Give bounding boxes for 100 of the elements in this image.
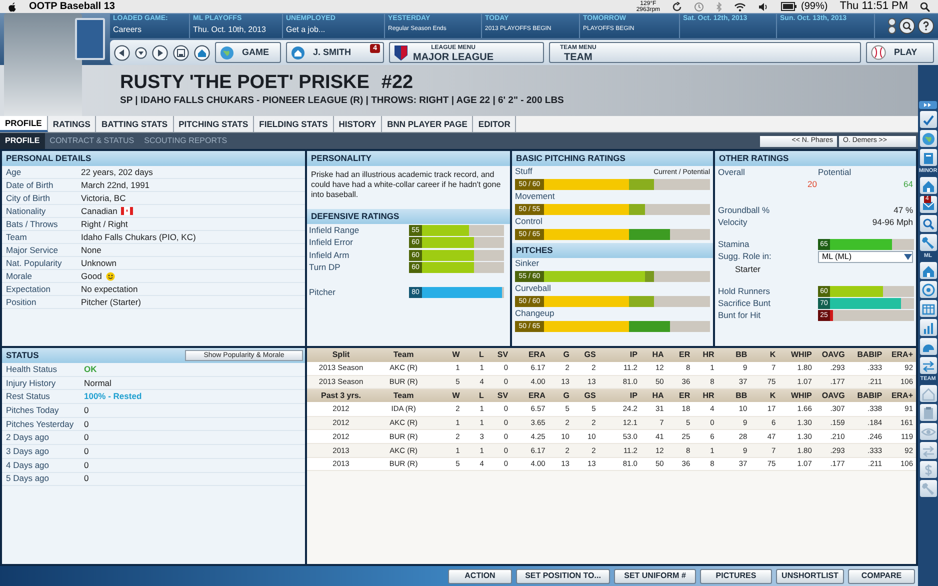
sidebar-button[interactable]	[920, 461, 936, 478]
search-icon[interactable]	[899, 18, 915, 34]
sidebar-button[interactable]	[920, 281, 936, 298]
sidebar-button[interactable]	[920, 442, 936, 459]
rating-label: Sugg. Role in:	[718, 250, 772, 263]
tab[interactable]: FIELDING STATS	[254, 116, 334, 132]
league-logo-icon	[394, 44, 408, 60]
column-header: OAVG	[814, 348, 848, 362]
sidebar-button[interactable]	[920, 385, 936, 402]
status-label: 5 Days ago	[6, 472, 50, 486]
sidebar-button[interactable]	[920, 215, 936, 232]
info-value: Thu. Oct. 10th, 2013	[193, 24, 267, 35]
tab[interactable]: RATINGS	[48, 116, 96, 132]
column-header: L	[462, 388, 487, 402]
sidebar-button[interactable]	[920, 177, 936, 194]
column-header: G	[548, 348, 572, 362]
detail-value: No expectation	[81, 282, 138, 296]
help-icon[interactable]	[918, 18, 934, 34]
dropdown-arrow-icon	[904, 254, 912, 260]
rating-label: Groundball %	[718, 204, 770, 216]
rating-label: Pitcher	[309, 286, 336, 299]
volume-icon[interactable]	[758, 2, 770, 12]
sidebar-button[interactable]	[920, 357, 936, 374]
column-header: Team	[375, 388, 432, 402]
subtab[interactable]: SCOUTING REPORTS	[139, 133, 232, 149]
action-button[interactable]: SET POSITION TO...	[516, 568, 610, 584]
column-header: ER	[666, 348, 694, 362]
detail-value: Canadian	[81, 204, 118, 218]
apple-logo-icon[interactable]	[8, 2, 17, 12]
tab[interactable]: HISTORY	[334, 116, 382, 132]
column-header: SV	[486, 388, 512, 402]
status-label: 2 Days ago	[6, 431, 50, 444]
column-header: ERA+	[885, 388, 916, 402]
status-label: Rest Status	[6, 390, 51, 404]
rating-label: Hold Runners	[718, 284, 771, 298]
sidebar-button[interactable]	[920, 149, 936, 166]
detail-value: Good	[81, 270, 102, 282]
sidebar-button[interactable]	[920, 319, 936, 336]
search-icon[interactable]	[920, 2, 930, 12]
column-header: WHIP	[778, 348, 815, 362]
detail-label: Nationality	[6, 204, 47, 218]
down-button[interactable]	[135, 46, 147, 58]
rating-label: Velocity	[718, 216, 748, 228]
action-button[interactable]: PICTURES	[700, 568, 772, 584]
play-button[interactable]: PLAY	[866, 42, 934, 63]
action-button[interactable]: UNSHORTLIST	[776, 568, 844, 584]
detail-label: Position	[6, 296, 38, 308]
tab[interactable]: PITCHING STATS	[174, 116, 254, 132]
sidebar-button[interactable]	[920, 300, 936, 317]
game-button[interactable]: GAME	[215, 42, 281, 63]
save-button[interactable]	[173, 44, 189, 60]
battery-percentage: (99%)	[801, 0, 828, 14]
column-header: K	[750, 388, 779, 402]
tab[interactable]: EDITOR	[473, 116, 516, 132]
home-icon	[920, 386, 936, 402]
column-header: L	[462, 348, 487, 362]
personality-text: Priske had an illustrious academic track record, and could have had a white-collar career if he hadn't gone into baseball.	[310, 169, 502, 201]
sidebar-button[interactable]	[920, 423, 936, 440]
rating-label: Infield Error	[309, 236, 354, 250]
column-header: ERA	[511, 388, 548, 402]
app-name[interactable]: OOTP Baseball 13	[29, 0, 115, 14]
rating-value-text: 47 %	[894, 204, 913, 216]
tab[interactable]: BATTING STATS	[96, 116, 174, 132]
home-button[interactable]	[194, 44, 210, 60]
player-summary: SP | IDAHO FALLS CHUKARS - PIONEER LEAGUE (R) | THROWS: RIGHT | AGE 22 | 6' 2" - 200 LBS	[120, 94, 565, 108]
sidebar-button[interactable]	[920, 111, 936, 128]
rating-label: Sinker	[515, 257, 540, 270]
battery-icon[interactable]	[781, 2, 798, 11]
rating-label: Movement	[515, 190, 555, 203]
tab[interactable]: BNN PLAYER PAGE	[382, 116, 474, 132]
wifi-icon[interactable]	[734, 2, 746, 12]
rating-label: Potential	[818, 166, 852, 178]
column-header: Past 3 yrs.	[307, 388, 376, 402]
tab[interactable]: PROFILE	[0, 116, 48, 132]
column-header: BABIP	[848, 388, 886, 402]
expand-arrows-icon[interactable]	[919, 101, 937, 109]
action-button[interactable]: COMPARE	[848, 568, 915, 584]
back-button[interactable]	[114, 44, 130, 60]
rating-label: Infield Arm	[309, 248, 350, 262]
column-header: GS	[572, 348, 599, 362]
clock-icon[interactable]	[694, 2, 704, 12]
detail-label: Major Service	[6, 244, 59, 256]
subtab[interactable]: CONTRACT & STATUS	[44, 133, 140, 149]
subtab[interactable]: PROFILE	[0, 133, 45, 149]
action-button[interactable]: ACTION	[448, 568, 512, 584]
action-button[interactable]: SET UNIFORM #	[614, 568, 696, 584]
sidebar-button[interactable]	[920, 404, 936, 421]
role-dropdown[interactable]: ML (ML)	[818, 250, 913, 262]
forward-button[interactable]	[152, 44, 168, 60]
menu-label: TEAM	[563, 52, 594, 62]
detail-value: Right / Right	[81, 218, 128, 230]
sync-icon[interactable]	[672, 2, 682, 12]
sidebar-button[interactable]	[920, 130, 936, 147]
sidebar-button[interactable]	[920, 262, 936, 279]
rating-label: Sacrifice Bunt	[718, 296, 772, 310]
detail-label: City of Birth	[6, 192, 51, 204]
column-header: HR	[693, 388, 718, 402]
menubar-clock[interactable]: Thu 11:51 PM	[840, 0, 908, 15]
status-label: 4 Days ago	[6, 458, 50, 472]
menu-label: MAJOR LEAGUE	[413, 52, 494, 62]
